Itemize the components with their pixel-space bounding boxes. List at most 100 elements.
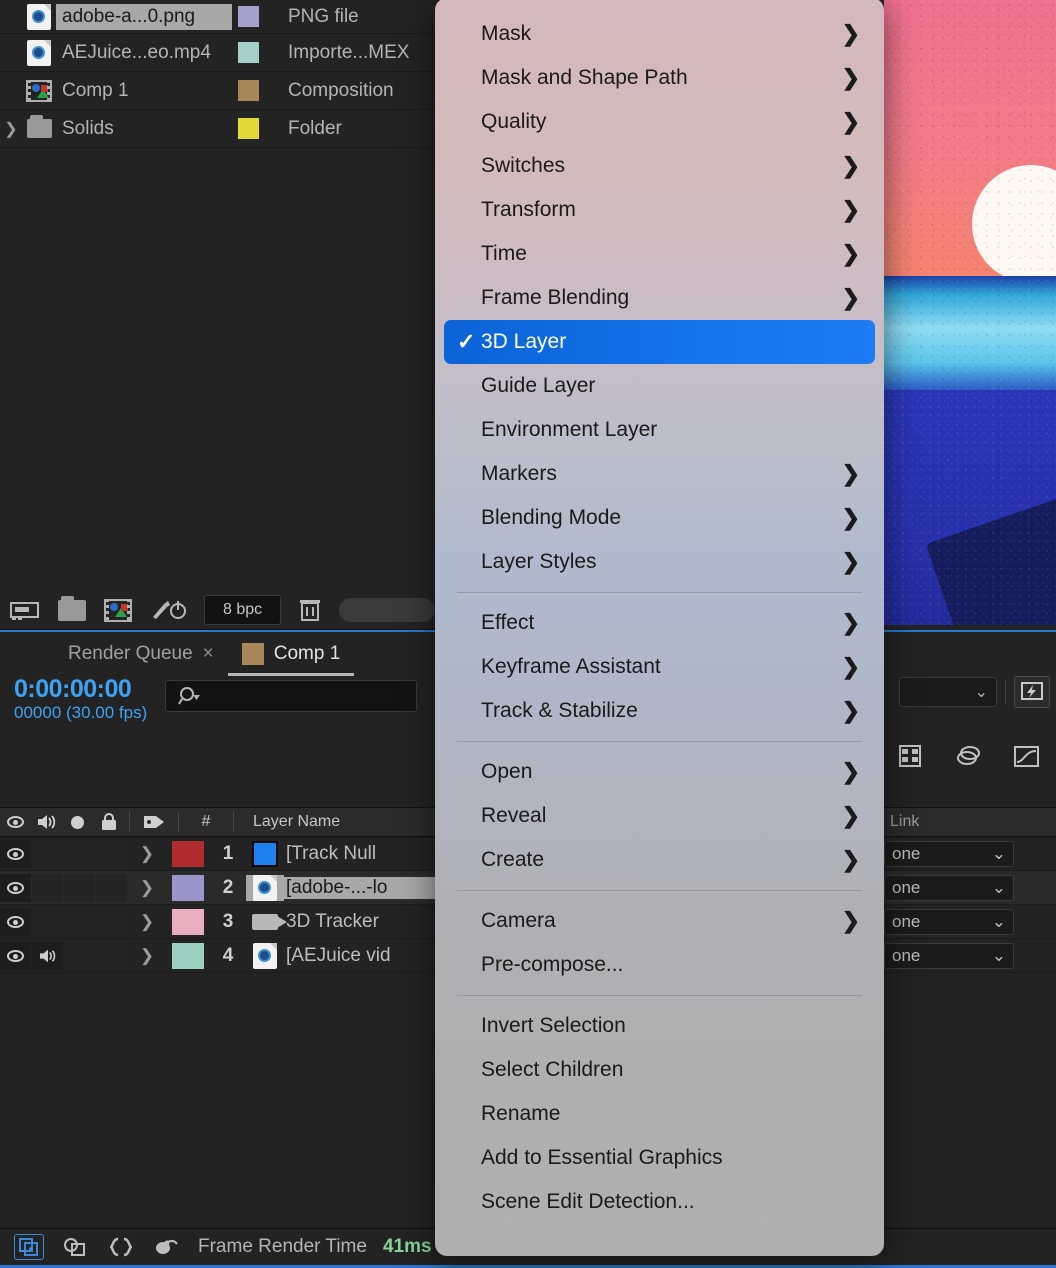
label-swatch[interactable]: [232, 42, 288, 63]
menu-item-pre-compose[interactable]: Pre-compose...: [435, 943, 884, 987]
menu-item-create[interactable]: Create ❯: [435, 838, 884, 882]
menu-item-mask-and-shape-path[interactable]: Mask and Shape Path ❯: [435, 56, 884, 100]
fast-previews-icon[interactable]: [1014, 676, 1050, 708]
menu-label: Add to Essential Graphics: [481, 1146, 723, 1169]
menu-item-guide-layer[interactable]: Guide Layer: [435, 364, 884, 408]
chevron-right-icon: ❯: [841, 759, 860, 784]
disclosure-triangle[interactable]: ❯: [128, 844, 166, 864]
frame-blend-icon[interactable]: [60, 1234, 90, 1260]
menu-item-3d-layer[interactable]: ✓ 3D Layer: [444, 320, 875, 364]
interpret-footage-icon[interactable]: [10, 599, 40, 621]
label-swatch[interactable]: [166, 874, 210, 901]
lock-toggle[interactable]: [96, 907, 127, 936]
parent-dropdown[interactable]: one ⌄: [884, 874, 1014, 901]
audio-toggle[interactable]: [32, 873, 63, 902]
menu-item-time[interactable]: Time ❯: [435, 232, 884, 276]
bit-depth-button[interactable]: 8 bpc: [204, 595, 282, 625]
menu-item-quality[interactable]: Quality ❯: [435, 100, 884, 144]
composition-preview[interactable]: [884, 0, 1056, 625]
project-search-field[interactable]: [339, 598, 436, 622]
graph-editor-icon[interactable]: [1012, 743, 1042, 774]
video-toggle[interactable]: [0, 873, 31, 902]
solo-toggle[interactable]: [64, 873, 95, 902]
column-header-number[interactable]: #: [184, 813, 228, 831]
disclosure-triangle[interactable]: ❯: [0, 119, 22, 139]
solo-toggle[interactable]: [64, 907, 95, 936]
column-header-parent-link[interactable]: Link: [884, 813, 1056, 831]
current-timecode[interactable]: 0:00:00:00: [14, 676, 147, 703]
film-icon[interactable]: [898, 743, 926, 774]
menu-item-markers[interactable]: Markers ❯: [435, 452, 884, 496]
frame-render-time-label: Frame Render Time: [198, 1236, 367, 1257]
menu-label: Frame Blending: [481, 286, 630, 309]
menu-item-select-children[interactable]: Select Children: [435, 1048, 884, 1092]
menu-item-blending-mode[interactable]: Blending Mode ❯: [435, 496, 884, 540]
divider: [1005, 680, 1006, 704]
menu-item-mask[interactable]: Mask ❯: [435, 12, 884, 56]
menu-label: Guide Layer: [481, 374, 596, 397]
menu-item-frame-blending[interactable]: Frame Blending ❯: [435, 276, 884, 320]
lock-toggle[interactable]: [96, 941, 127, 970]
menu-item-camera[interactable]: Camera ❯: [435, 899, 884, 943]
tab-comp-1[interactable]: Comp 1: [227, 632, 355, 676]
menu-item-rename[interactable]: Rename: [435, 1092, 884, 1136]
delete-icon[interactable]: [299, 598, 321, 622]
chevron-right-icon: ❯: [841, 803, 860, 828]
parent-dropdown[interactable]: one ⌄: [884, 840, 1014, 867]
solo-toggle[interactable]: [64, 941, 95, 970]
disclosure-triangle[interactable]: ❯: [128, 878, 166, 898]
parent-dropdown[interactable]: one ⌄: [884, 908, 1014, 935]
video-toggle[interactable]: [0, 941, 31, 970]
menu-item-add-to-essential-graphics[interactable]: Add to Essential Graphics: [435, 1136, 884, 1180]
label-swatch[interactable]: [232, 6, 288, 27]
label-swatch[interactable]: [166, 840, 210, 867]
menu-item-keyframe-assistant[interactable]: Keyframe Assistant ❯: [435, 645, 884, 689]
audio-toggle[interactable]: [32, 839, 63, 868]
solo-toggle[interactable]: [64, 839, 95, 868]
parent-dropdown[interactable]: one ⌄: [884, 942, 1014, 969]
shy-layers-icon[interactable]: [14, 1234, 44, 1260]
tag-icon: [135, 813, 173, 831]
parent-link-cell[interactable]: one ⌄: [884, 908, 1056, 935]
menu-item-invert-selection[interactable]: Invert Selection: [435, 1004, 884, 1048]
lock-toggle[interactable]: [96, 839, 127, 868]
new-folder-icon[interactable]: [58, 595, 86, 621]
timecode-block[interactable]: 0:00:00:00 00000 (30.00 fps): [14, 676, 147, 724]
null-object-icon: [246, 840, 284, 867]
layers-icon[interactable]: [954, 743, 984, 774]
label-swatch[interactable]: [232, 80, 288, 101]
menu-item-switches[interactable]: Switches ❯: [435, 144, 884, 188]
label-swatch[interactable]: [166, 908, 210, 935]
layer-context-menu[interactable]: Mask ❯ Mask and Shape Path ❯ Quality ❯ Swit…: [435, 0, 884, 1256]
menu-item-environment-layer[interactable]: Environment Layer: [435, 408, 884, 452]
layer-search-input[interactable]: [165, 680, 418, 712]
tab-render-queue[interactable]: Render Queue ×: [54, 632, 228, 676]
renderer-dropdown[interactable]: ⌄: [899, 677, 997, 707]
menu-item-transform[interactable]: Transform ❯: [435, 188, 884, 232]
menu-item-scene-edit-detection[interactable]: Scene Edit Detection...: [435, 1180, 884, 1224]
menu-item-open[interactable]: Open ❯: [435, 750, 884, 794]
video-toggle[interactable]: [0, 839, 31, 868]
audio-toggle[interactable]: [32, 941, 63, 970]
timeline-icon-row: [884, 730, 1056, 786]
close-icon[interactable]: ×: [203, 643, 214, 665]
project-settings-icon[interactable]: [150, 598, 186, 622]
motion-blur-icon[interactable]: [152, 1234, 182, 1260]
graph-expression-icon[interactable]: [106, 1234, 136, 1260]
disclosure-triangle[interactable]: ❯: [128, 912, 166, 932]
menu-item-layer-styles[interactable]: Layer Styles ❯: [435, 540, 884, 584]
menu-item-track-and-stabilize[interactable]: Track & Stabilize ❯: [435, 689, 884, 733]
after-effects-window: adobe-a...0.png PNG file AEJuice...eo.mp…: [0, 0, 1056, 1268]
disclosure-triangle[interactable]: ❯: [128, 946, 166, 966]
video-toggle[interactable]: [0, 907, 31, 936]
parent-link-cell[interactable]: one ⌄: [884, 840, 1056, 867]
menu-item-reveal[interactable]: Reveal ❯: [435, 794, 884, 838]
parent-link-cell[interactable]: one ⌄: [884, 942, 1056, 969]
parent-link-cell[interactable]: one ⌄: [884, 874, 1056, 901]
menu-item-effect[interactable]: Effect ❯: [435, 601, 884, 645]
label-swatch[interactable]: [166, 942, 210, 969]
label-swatch[interactable]: [232, 118, 288, 139]
audio-toggle[interactable]: [32, 907, 63, 936]
new-composition-icon[interactable]: [104, 598, 132, 622]
lock-toggle[interactable]: [96, 873, 127, 902]
